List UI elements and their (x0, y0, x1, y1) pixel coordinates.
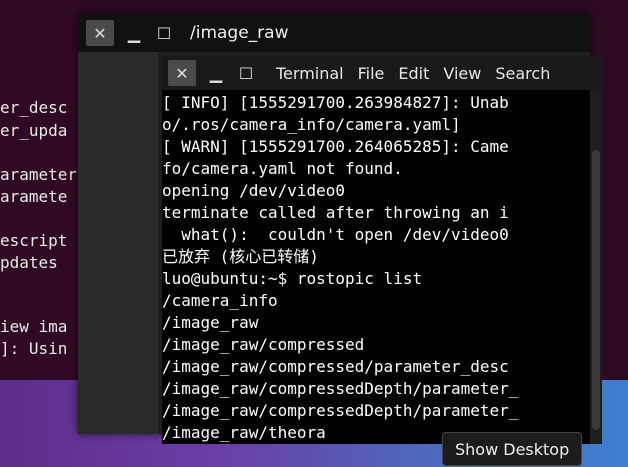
terminal-line: /image_raw/compressedDepth/parameter_ (162, 379, 519, 398)
terminal-line: /image_raw/compressedDepth/parameter_ (162, 401, 519, 420)
background-terminal-line: pdates (0, 253, 58, 272)
terminal-line: 已放弃 (核心已转储) (162, 247, 319, 266)
terminal-scrollbar[interactable] (590, 90, 602, 444)
menu-file[interactable]: File (358, 64, 385, 83)
background-terminal: er_desc er_upda arameter aramete r escri… (0, 0, 80, 380)
image-window-titlebar[interactable]: ✕ ▁ ☐ /image_raw (78, 14, 590, 52)
background-terminal-line: iew ima (0, 317, 68, 336)
maximize-icon[interactable]: ☐ (232, 60, 260, 86)
terminal-line: what(): couldn't open /dev/video0 (162, 225, 509, 244)
background-terminal-line: arameter (0, 165, 78, 184)
menu-edit[interactable]: Edit (398, 64, 429, 83)
image-view (78, 52, 158, 434)
terminal-titlebar[interactable]: ✕ ▁ ☐ Terminal File Edit View Search (162, 56, 602, 90)
terminal-line: /image_raw/compressed (162, 335, 365, 354)
menu-search[interactable]: Search (495, 64, 550, 83)
terminal-line: fo/camera.yaml not found. (162, 159, 403, 178)
minimize-icon[interactable]: ▁ (202, 60, 230, 86)
terminal-prompt-line: luo@ubuntu:~$ rostopic list (162, 269, 423, 288)
terminal-line: /image_raw (162, 313, 259, 332)
terminal-line: o/.ros/camera_info/camera.yaml] (162, 115, 461, 134)
terminal-line: terminate called after throwing an i (162, 203, 509, 222)
terminal-line: /camera_info (162, 291, 278, 310)
close-icon[interactable]: ✕ (168, 60, 196, 86)
terminal-line: /image_raw/compressed/parameter_desc (162, 357, 509, 376)
background-terminal-line: er_desc (0, 98, 68, 117)
menu-terminal[interactable]: Terminal (276, 64, 344, 83)
terminal-line: [ WARN] [1555291700.264065285]: Came (162, 137, 509, 156)
terminal-line: opening /dev/video0 (162, 181, 346, 200)
show-desktop-tooltip: Show Desktop (442, 432, 583, 466)
close-icon[interactable]: ✕ (86, 20, 114, 46)
background-terminal-line: escript (0, 231, 68, 250)
background-terminal-line: er_upda (0, 121, 68, 140)
background-terminal-line: aramete r (0, 187, 80, 206)
terminal-window: ✕ ▁ ☐ Terminal File Edit View Search [ I… (162, 56, 602, 444)
terminal-line: /image_raw/theora (162, 423, 326, 442)
minimize-icon[interactable]: ▁ (120, 20, 148, 46)
scrollbar-thumb[interactable] (592, 150, 600, 430)
terminal-output[interactable]: [ INFO] [1555291700.263984827]: Unab o/.… (162, 92, 602, 444)
terminal-line: [ INFO] [1555291700.263984827]: Unab (162, 93, 509, 112)
maximize-icon[interactable]: ☐ (150, 20, 178, 46)
menu-view[interactable]: View (443, 64, 481, 83)
window-title: /image_raw (190, 23, 289, 43)
background-terminal-line: ]: Usin (0, 339, 68, 358)
